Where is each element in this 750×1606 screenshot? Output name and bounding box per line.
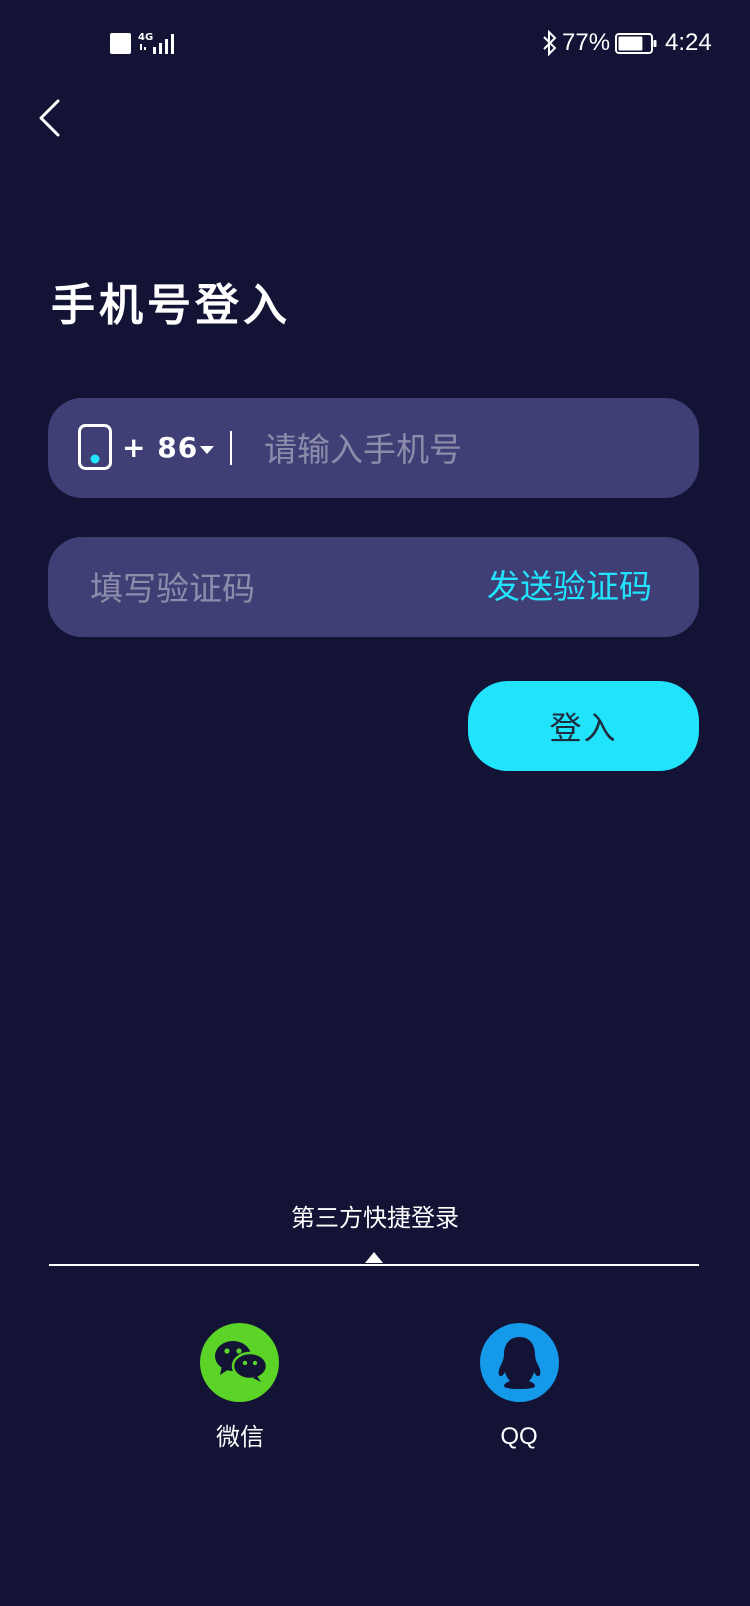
country-code-selector[interactable]: + 86 [122, 426, 198, 470]
page-title: 手机号登入 [51, 280, 291, 331]
qq-icon [498, 1337, 541, 1389]
login-button[interactable]: 登入 [468, 681, 699, 771]
verification-code-input[interactable] [88, 559, 452, 617]
phone-icon [78, 424, 112, 470]
qq-label[interactable]: QQ [459, 1420, 579, 1454]
battery-percent: 77% [562, 29, 611, 56]
wechat-label[interactable]: 微信 [180, 1420, 300, 1454]
login-button-label: 登入 [549, 709, 618, 747]
wechat-icon [215, 1341, 269, 1382]
chevron-left-icon [39, 99, 60, 137]
status-bar: 4G 77% 4:24 [0, 0, 750, 90]
third-party-title: 第三方快捷登录 [291, 1204, 459, 1232]
divider-pointer [365, 1252, 383, 1263]
wechat-login-button[interactable] [200, 1323, 279, 1402]
svg-text:4G: 4G [138, 32, 153, 43]
send-code-button[interactable]: 发送验证码 [487, 562, 652, 612]
section-divider [49, 1264, 699, 1266]
qq-login-button[interactable] [480, 1323, 559, 1402]
clock: 4:24 [665, 29, 712, 56]
chevron-down-icon[interactable] [200, 446, 214, 454]
battery-icon [615, 33, 657, 54]
notification-icon [110, 33, 131, 54]
field-divider [230, 431, 232, 465]
bluetooth-icon [543, 30, 557, 56]
phone-input[interactable] [262, 420, 686, 478]
back-button[interactable] [30, 92, 70, 142]
signal-icon: 4G [138, 32, 174, 54]
